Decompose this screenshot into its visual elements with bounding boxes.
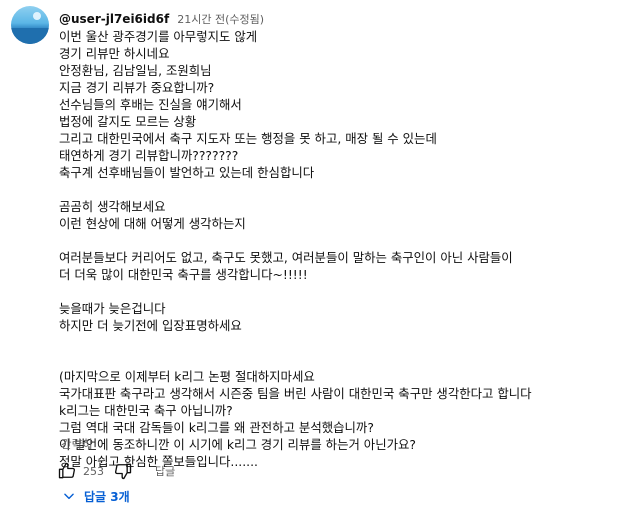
comment-header: @user-jl7ei6id6f 21시간 전(수정됨) [59, 10, 264, 26]
replies-count-label: 답글 3개 [84, 489, 130, 504]
author-handle[interactable]: @user-jl7ei6id6f [59, 12, 169, 26]
show-less-button[interactable]: 간략히 [61, 436, 93, 452]
comment-line: k리그는 대한민국 축구 아닙니까? [59, 403, 233, 418]
thumbs-up-icon [58, 462, 76, 479]
thumbs-down-icon [114, 463, 132, 480]
comment-line: 안정환님, 김남일님, 조원희님 [59, 63, 212, 78]
comment-line: 지금 경기 리뷰가 중요합니까? [59, 80, 215, 95]
comment-line: 그럼 역대 국대 감독들이 k리그를 왜 관전하고 분석했습니까? [59, 420, 374, 435]
comment-timestamp[interactable]: 21시간 전(수정됨) [177, 13, 264, 26]
like-count: 253 [83, 464, 104, 478]
comment-line: 국가대표판 축구라고 생각해서 시즌중 팀을 버린 사람이 대한민국 축구만 생… [59, 386, 532, 401]
avatar-sun-shape [33, 12, 41, 20]
channel-avatar[interactable] [11, 6, 49, 44]
comment-line: 법정에 갈지도 모르는 상황 [59, 114, 197, 129]
dislike-button[interactable] [113, 461, 133, 481]
comment-line: 선수님들의 후배는 진실을 얘기해서 [59, 97, 242, 112]
comment-line: 경기 리뷰만 하시네요 [59, 46, 170, 61]
reply-button[interactable]: 답글 [155, 463, 175, 479]
comment-blank-line [59, 232, 629, 249]
comment-line: 그리고 대한민국에서 축구 지도자 또는 행정을 못 하고, 매장 될 수 있는… [59, 131, 437, 146]
comment-line: (마지막으로 이제부터 k리그 논평 절대하지마세요 [59, 369, 315, 384]
comment-line: 이 발언에 동조하니깐 이 시기에 k리그 경기 리뷰를 하는거 아닌가요? [59, 437, 416, 452]
comment-line: 이런 현상에 대해 어떻게 생각하는지 [59, 216, 246, 231]
comment-actions: 253 답글 [57, 459, 175, 483]
comment-blank-line [59, 334, 629, 351]
comment-line: 하지만 더 늦기전에 입장표명하세요 [59, 318, 242, 333]
comment-line: 늦을때가 늦은겁니다 [59, 301, 166, 316]
comment-line: 여러분들보다 커리어도 없고, 축구도 못했고, 여러분들이 말하는 축구인이 … [59, 250, 513, 265]
comment-line: 더 더욱 많이 대한민국 축구를 생각합니다~!!!!! [59, 267, 308, 282]
comment-body: 이번 울산 광주경기를 아무렇지도 않게 경기 리뷰만 하시네요 안정환님, 김… [59, 28, 629, 470]
comment-line: 태연하게 경기 리뷰합니까??????? [59, 148, 239, 163]
avatar-sea-shape [11, 28, 49, 44]
comment-line: 곰곰히 생각해보세요 [59, 199, 166, 214]
view-replies-button[interactable]: 답글 3개 [62, 486, 130, 506]
comment-line: 축구계 선후배님들이 발언하고 있는데 한심합니다 [59, 165, 315, 180]
comment-blank-line [59, 283, 629, 300]
like-button[interactable] [57, 461, 77, 481]
comment-line: 이번 울산 광주경기를 아무렇지도 않게 [59, 29, 258, 44]
comment-blank-line [59, 181, 629, 198]
comment-blank-line [59, 351, 629, 368]
chevron-down-icon [64, 493, 74, 500]
